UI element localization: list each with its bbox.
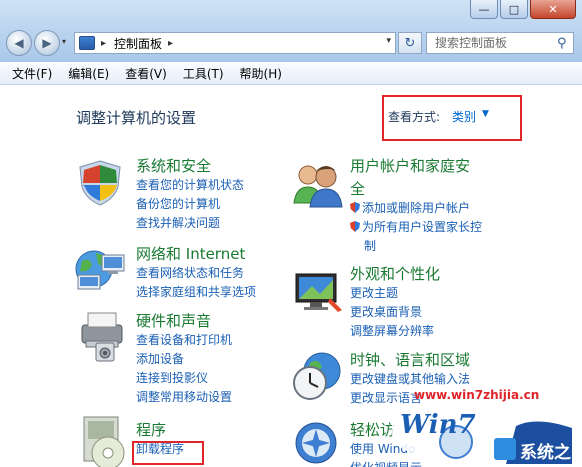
link-text[interactable]: 添加或删除用户帐户	[362, 201, 470, 215]
link-homegroup-sharing[interactable]: 选择家庭组和共享选项	[136, 283, 256, 302]
user-accounts-people-icon	[293, 165, 343, 208]
highlight-box-uninstall	[132, 441, 204, 465]
breadcrumb-control-panel[interactable]: 控制面板	[114, 35, 162, 52]
forward-button[interactable]: ▶	[34, 30, 60, 56]
recent-pages-dropdown-icon[interactable]: ▾	[62, 37, 66, 46]
category-hardware-sound: 硬件和声音 查看设备和打印机 添加设备 连接到投影仪 调整常用移动设置	[136, 310, 232, 407]
link-change-keyboard[interactable]: 更改键盘或其他输入法	[350, 370, 470, 389]
category-title[interactable]: 外观和个性化	[350, 263, 440, 284]
clock-globe-icon	[293, 352, 341, 400]
category-title[interactable]: 时钟、语言和区域	[350, 349, 470, 370]
title-bar: — □ ✕ ◀ ▶ ▾ ▸ 控制面板 ▸ ▾ ↻ ⚲	[0, 0, 582, 62]
uac-shield-icon	[350, 221, 360, 232]
category-title[interactable]: 用户帐户和家庭安	[350, 155, 482, 176]
menu-tools[interactable]: 工具(T)	[183, 65, 224, 82]
link-parental-controls-wrap[interactable]: 制	[350, 237, 482, 256]
watermark-logo: Win7 系统之家	[386, 398, 582, 467]
category-network-internet: 网络和 Internet 查看网络状态和任务 选择家庭组和共享选项	[136, 243, 256, 302]
address-bar[interactable]: ▸ 控制面板 ▸ ▾	[74, 32, 396, 54]
address-dropdown-icon[interactable]: ▾	[386, 36, 391, 46]
link-desktop-background[interactable]: 更改桌面背景	[350, 303, 440, 322]
search-icon[interactable]: ⚲	[557, 36, 567, 51]
back-button[interactable]: ◀	[6, 30, 32, 56]
programs-disc-icon	[83, 416, 125, 467]
menu-edit[interactable]: 编辑(E)	[68, 65, 109, 82]
link-view-computer-status[interactable]: 查看您的计算机状态	[136, 176, 244, 195]
link-connect-projector[interactable]: 连接到投影仪	[136, 369, 232, 388]
system-security-shield-icon	[79, 160, 121, 206]
uac-shield-icon	[350, 202, 360, 213]
link-backup-computer[interactable]: 备份您的计算机	[136, 195, 244, 214]
menu-file[interactable]: 文件(F)	[12, 65, 52, 82]
appearance-monitor-icon	[295, 273, 342, 312]
category-title[interactable]: 程序	[136, 419, 184, 440]
category-system-security: 系统和安全 查看您的计算机状态 备份您的计算机 查找并解决问题	[136, 155, 244, 233]
category-user-accounts: 用户帐户和家庭安 全 添加或删除用户帐户 为所有用户设置家长控 制	[350, 155, 482, 256]
watermark-win7-text: Win7	[400, 410, 476, 440]
category-appearance: 外观和个性化 更改主题 更改桌面背景 调整屏幕分辨率	[350, 263, 440, 341]
maximize-button[interactable]: □	[500, 0, 528, 19]
link-change-theme[interactable]: 更改主题	[350, 284, 440, 303]
category-title-wrap[interactable]: 全	[350, 178, 482, 199]
category-title[interactable]: 网络和 Internet	[136, 243, 256, 264]
refresh-icon: ↻	[404, 35, 416, 51]
search-input[interactable]	[433, 35, 555, 51]
link-screen-resolution[interactable]: 调整屏幕分辨率	[350, 322, 440, 341]
link-add-remove-users[interactable]: 添加或删除用户帐户	[350, 199, 482, 218]
forward-arrow-icon: ▶	[42, 36, 52, 50]
link-add-device[interactable]: 添加设备	[136, 350, 232, 369]
menu-bar: 文件(F) 编辑(E) 查看(V) 工具(T) 帮助(H)	[0, 62, 582, 85]
link-mobility-settings[interactable]: 调整常用移动设置	[136, 388, 232, 407]
link-parental-controls[interactable]: 为所有用户设置家长控	[350, 218, 482, 237]
link-text[interactable]: 为所有用户设置家长控	[362, 220, 482, 234]
minimize-button[interactable]: —	[470, 0, 498, 19]
category-title[interactable]: 系统和安全	[136, 155, 244, 176]
close-button[interactable]: ✕	[530, 0, 576, 19]
page-title: 调整计算机的设置	[76, 109, 197, 127]
search-box[interactable]: ⚲	[426, 32, 574, 54]
refresh-button[interactable]: ↻	[398, 32, 422, 54]
menu-view[interactable]: 查看(V)	[125, 65, 167, 82]
breadcrumb-chevron-icon[interactable]: ▸	[168, 38, 173, 49]
link-find-fix-problems[interactable]: 查找并解决问题	[136, 214, 244, 233]
menu-help[interactable]: 帮助(H)	[240, 65, 282, 82]
ease-of-access-icon	[295, 422, 337, 464]
link-devices-printers[interactable]: 查看设备和打印机	[136, 331, 232, 350]
category-title[interactable]: 硬件和声音	[136, 310, 232, 331]
link-view-network-status[interactable]: 查看网络状态和任务	[136, 264, 256, 283]
hardware-printer-icon	[81, 312, 123, 362]
highlight-box-view-by	[382, 95, 522, 141]
back-arrow-icon: ◀	[14, 36, 24, 50]
watermark-brand: 系统之家	[520, 443, 571, 463]
control-panel-window: — □ ✕ ◀ ▶ ▾ ▸ 控制面板 ▸ ▾ ↻ ⚲ 文件(F) 编辑(E) 查…	[0, 0, 582, 467]
window-controls: — □ ✕	[470, 0, 576, 20]
control-panel-icon	[79, 36, 95, 50]
network-globe-icon	[75, 250, 125, 290]
breadcrumb-chevron-icon[interactable]: ▸	[101, 38, 106, 49]
